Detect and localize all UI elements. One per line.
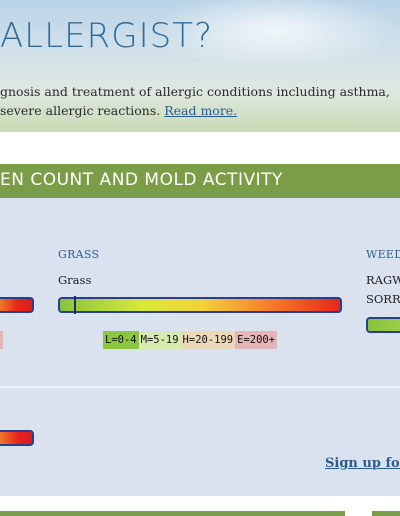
hero-banner: ALLERGIST? gnosis and treatment of aller… bbox=[0, 0, 400, 132]
hero-description: gnosis and treatment of allergic conditi… bbox=[0, 82, 400, 120]
pollen-legend: L=0-4 M=5-19 H=20-199 E=200+ bbox=[103, 331, 278, 349]
grass-label: Grass bbox=[58, 273, 92, 287]
weeds-label-ragweed: RAGW bbox=[366, 273, 400, 287]
legend-low: L=0-4 bbox=[103, 331, 139, 349]
left-pollen-bar-lower bbox=[0, 430, 34, 446]
weeds-heading: WEED bbox=[366, 248, 400, 261]
section-header: EN COUNT AND MOLD ACTIVITY bbox=[0, 164, 400, 198]
panel-divider bbox=[0, 386, 400, 388]
left-pollen-bar bbox=[0, 297, 34, 313]
legend-extreme: E=200+ bbox=[235, 331, 278, 349]
spacer bbox=[0, 132, 400, 164]
hero-title: ALLERGIST? bbox=[0, 16, 214, 56]
grass-level-marker bbox=[74, 296, 76, 314]
weeds-label-sorrel: SORRE bbox=[366, 292, 400, 306]
signup-link[interactable]: Sign up for bbox=[325, 456, 400, 471]
hero-description-line-2: severe allergic reactions. Read more. bbox=[0, 101, 400, 120]
next-section-header-right bbox=[372, 511, 400, 516]
legend-high: H=20-199 bbox=[180, 331, 236, 349]
read-more-link[interactable]: Read more. bbox=[164, 103, 237, 118]
next-section-header bbox=[0, 511, 345, 516]
left-legend-fragment bbox=[0, 331, 3, 349]
weeds-pollen-bar bbox=[366, 317, 400, 333]
hero-description-line-2-text: severe allergic reactions. bbox=[0, 103, 161, 118]
section-title: EN COUNT AND MOLD ACTIVITY bbox=[0, 170, 283, 190]
legend-medium: M=5-19 bbox=[138, 331, 181, 349]
grass-heading: GRASS bbox=[58, 248, 100, 261]
hero-description-line-1: gnosis and treatment of allergic conditi… bbox=[0, 84, 390, 99]
grass-pollen-bar bbox=[58, 296, 342, 314]
